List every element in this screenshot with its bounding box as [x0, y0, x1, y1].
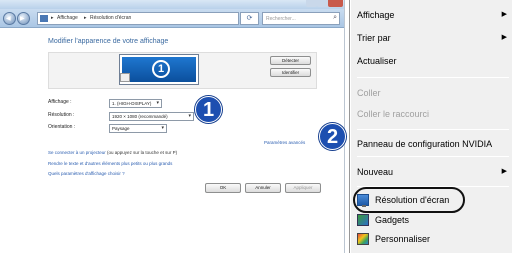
menu-item-refresh[interactable]: Actualiser	[357, 51, 509, 71]
cancel-button[interactable]: Annuler	[245, 183, 281, 193]
monitor-screen: 1	[122, 57, 196, 82]
menu-item-sort-by[interactable]: Trier par ▶	[357, 28, 509, 48]
menu-item-label: Nouveau	[357, 167, 394, 177]
menu-item-label: Résolution d'écran	[375, 195, 450, 205]
monitor-stand-icon	[120, 73, 130, 82]
menu-separator	[357, 156, 509, 157]
menu-item-screen-resolution[interactable]: Résolution d'écran	[357, 190, 509, 210]
orientation-select-value: Paysage	[112, 126, 130, 131]
menu-item-personalize[interactable]: Personnaliser	[357, 229, 509, 249]
menu-item-label: Coller le raccourci	[357, 109, 430, 119]
advanced-settings-link[interactable]: Paramètres avancés	[264, 140, 305, 145]
monitor-number: 1	[152, 60, 170, 78]
callout-badge-2: 2	[319, 123, 346, 150]
breadcrumb-separator: ▸	[84, 15, 87, 21]
search-icon: ⌕	[333, 14, 337, 21]
submenu-arrow-icon: ▶	[501, 168, 507, 175]
monitor-1[interactable]: 1	[119, 54, 199, 85]
refresh-button[interactable]: ⟳	[240, 12, 259, 25]
arrow-right-icon: ▶	[20, 16, 25, 22]
text-size-link[interactable]: Rendre le texte et d'autres éléments plu…	[48, 161, 172, 166]
maximize-button[interactable]	[317, 0, 328, 7]
menu-item-label: Gadgets	[375, 215, 410, 225]
desktop-context-menu: Affichage ▶ Trier par ▶ Actualiser Colle…	[349, 0, 512, 253]
chevron-down-icon: ▾	[161, 125, 164, 131]
minimize-button[interactable]	[306, 0, 317, 7]
forward-button[interactable]: ▶	[17, 12, 30, 25]
resolution-select-value: 1920 × 1080 (recommandé)	[112, 114, 168, 119]
breadcrumb-item-resolution[interactable]: Résolution d'écran	[90, 15, 131, 21]
display-select[interactable]: 1. (HIGH-DISPLAY) ▾	[109, 99, 162, 108]
address-bar: ◀ ▶ ▸ Affichage ▸ Résolution d'écran ⟳ R…	[0, 9, 344, 28]
menu-item-label: Personnaliser	[375, 234, 431, 244]
screen-resolution-icon	[357, 194, 369, 207]
resolution-select[interactable]: 1920 × 1080 (recommandé) ▾	[109, 112, 194, 121]
menu-item-new[interactable]: Nouveau ▶	[357, 162, 509, 182]
menu-item-gadgets[interactable]: Gadgets	[357, 210, 509, 230]
projector-link-text[interactable]: Se connecter à un projecteur	[48, 150, 107, 155]
breadcrumb[interactable]: ▸ Affichage ▸ Résolution d'écran	[37, 12, 239, 25]
breadcrumb-separator: ▸	[51, 15, 54, 21]
menu-separator	[357, 129, 509, 130]
title-bar	[0, 0, 344, 9]
menu-item-paste: Coller	[357, 83, 509, 103]
refresh-icon: ⟳	[246, 15, 253, 22]
detect-button[interactable]: Détecter	[270, 56, 311, 65]
callout-badge-1: 1	[195, 96, 222, 123]
search-placeholder: Rechercher...	[266, 16, 296, 22]
control-panel-icon	[40, 15, 48, 22]
menu-item-label: Affichage	[357, 10, 395, 20]
ok-button[interactable]: OK	[205, 183, 241, 193]
projector-link-hint: (ou appuyez sur la touche et sur P)	[107, 150, 178, 155]
chevron-down-icon: ▾	[188, 113, 191, 119]
submenu-arrow-icon: ▶	[501, 34, 507, 41]
screen-resolution-window: ◀ ▶ ▸ Affichage ▸ Résolution d'écran ⟳ R…	[0, 0, 345, 253]
breadcrumb-item-display[interactable]: Affichage	[57, 15, 78, 21]
arrow-left-icon: ◀	[6, 16, 11, 22]
menu-item-label: Coller	[357, 88, 381, 98]
menu-item-nvidia-control-panel[interactable]: Panneau de configuration NVIDIA	[357, 134, 509, 154]
projector-link[interactable]: Se connecter à un projecteur (ou appuyez…	[48, 150, 177, 155]
submenu-arrow-icon: ▶	[501, 11, 507, 18]
menu-separator	[357, 186, 509, 187]
orientation-label: Orientation :	[48, 124, 76, 130]
back-button[interactable]: ◀	[3, 12, 16, 25]
page-title: Modifier l'apparence de votre affichage	[48, 38, 169, 45]
display-select-value: 1. (HIGH-DISPLAY)	[112, 101, 152, 106]
menu-item-paste-shortcut: Coller le raccourci	[357, 104, 509, 124]
menu-item-view[interactable]: Affichage ▶	[357, 5, 509, 25]
personalize-icon	[357, 233, 369, 245]
identify-button[interactable]: Identifier	[270, 68, 311, 77]
menu-item-label: Trier par	[357, 33, 391, 43]
orientation-select[interactable]: Paysage ▾	[109, 124, 167, 133]
close-button[interactable]	[328, 0, 343, 7]
resolution-label: Résolution :	[48, 112, 75, 118]
apply-button[interactable]: Appliquer	[285, 183, 321, 193]
gadgets-icon	[357, 214, 369, 226]
menu-item-label: Actualiser	[357, 56, 397, 66]
display-label: Affichage :	[48, 99, 72, 105]
search-input[interactable]: Rechercher... ⌕	[262, 12, 340, 25]
which-settings-link[interactable]: Quels paramètres d'affichage choisir ?	[48, 171, 125, 176]
menu-separator	[357, 77, 509, 78]
menu-item-label: Panneau de configuration NVIDIA	[357, 139, 493, 149]
chevron-down-icon: ▾	[156, 100, 159, 106]
